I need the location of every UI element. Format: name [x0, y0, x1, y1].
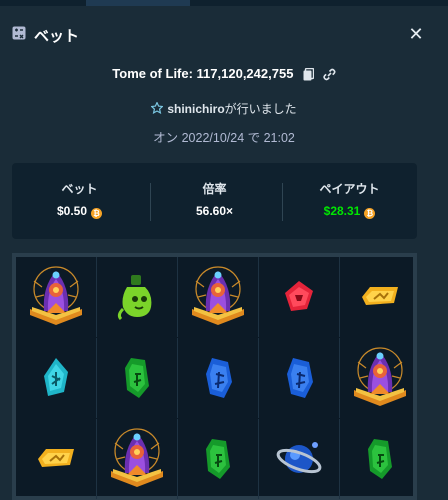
- reel-cell: [16, 257, 97, 337]
- bet-date: オン 2022/10/24 で 21:02: [153, 131, 295, 145]
- reel-cell: [97, 338, 178, 418]
- bet-slip-icon: [12, 26, 26, 40]
- top-strip: [0, 0, 448, 6]
- payout-label: ペイアウト: [319, 182, 380, 196]
- reel-grid: [12, 253, 417, 500]
- reel-cell: [97, 257, 178, 337]
- star-badge-icon: [150, 101, 165, 115]
- reel-cell: [178, 419, 259, 499]
- bet-value: $0.50: [56, 204, 88, 218]
- multiplier-label: 倍率: [202, 182, 227, 196]
- username[interactable]: shinichiro: [167, 102, 224, 116]
- bet-stats-panel: ベット $0.50 ₿ 倍率 56.60× ペイアウト $28.31 ₿: [12, 163, 417, 239]
- link-icon[interactable]: [323, 68, 336, 81]
- reel-cell: [97, 419, 178, 499]
- close-button[interactable]: ✕: [406, 24, 426, 44]
- reel-cell: [340, 257, 420, 337]
- stat-payout: ペイアウト $28.31 ₿: [282, 163, 417, 239]
- reel-cell: [16, 419, 97, 499]
- coin-icon: ₿: [364, 208, 376, 219]
- reel-cell: [178, 338, 259, 418]
- reel-cell: [340, 419, 420, 499]
- reel-cell: [340, 338, 420, 418]
- payout-value-row: $28.31 ₿: [282, 204, 417, 219]
- bet-label: ベット: [61, 182, 98, 196]
- stat-bet: ベット $0.50 ₿: [12, 163, 147, 239]
- multiplier-value: 56.60×: [195, 204, 234, 218]
- coin-icon: ₿: [91, 208, 103, 219]
- modal-title: ベット: [34, 28, 80, 45]
- reel-cell: [259, 419, 340, 499]
- placed-by-row: shinichiroが行いました: [0, 100, 448, 117]
- stat-multiplier: 倍率 56.60×: [147, 163, 282, 239]
- copy-icon[interactable]: [303, 68, 315, 81]
- reel-cell: [259, 338, 340, 418]
- game-title-row: Tome of Life: 117,120,242,755: [0, 66, 448, 81]
- active-tab-indicator: [86, 0, 190, 6]
- payout-value: $28.31: [323, 204, 361, 218]
- reel-cell: [259, 257, 340, 337]
- modal-header: ベット ✕: [0, 14, 448, 54]
- reel-cell: [16, 338, 97, 418]
- bet-value-row: $0.50 ₿: [12, 204, 147, 219]
- placed-by-text: が行いました: [224, 102, 297, 116]
- game-title: Tome of Life: 117,120,242,755: [112, 66, 294, 81]
- reel-cell: [178, 257, 259, 337]
